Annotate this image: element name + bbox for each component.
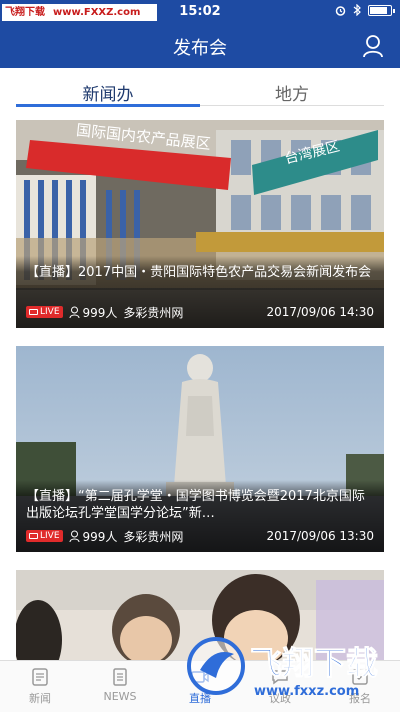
person-icon [69,530,80,542]
live-badge: LIVE [26,306,63,318]
battery-icon [368,4,395,16]
tab-local[interactable]: 地方 [200,80,384,105]
card-caption: 【直播】“第二届孔学堂・国学图书博览会暨2017北京国际出版论坛孔学堂国学分论坛… [16,480,384,552]
live-label: LIVE [40,307,60,317]
bluetooth-icon [353,4,361,16]
camera-icon [29,533,38,539]
tab-news-office[interactable]: 新闻办 [16,80,200,105]
nav-news-label: 新闻 [29,692,51,705]
news-icon [32,668,48,686]
card-title: 【直播】“第二届孔学堂・国学图书博览会暨2017北京国际出版论坛孔学堂国学分论坛… [26,489,365,521]
app-header: 发布会 [0,24,400,68]
system-icons [335,4,395,16]
live-label: LIVE [40,531,60,541]
watermark-logo: 飞翔下载 www.fxxz.com [184,628,400,712]
live-badge: LIVE [26,530,63,542]
camera-icon [29,309,38,315]
person-icon [69,306,80,318]
viewer-count: 999人 [69,304,118,321]
publish-date: 2017/09/06 13:30 [266,529,374,543]
viewer-count: 999人 [69,528,118,545]
live-card[interactable]: 【直播】“第二届孔学堂・国学图书博览会暨2017北京国际出版论坛孔学堂国学分论坛… [16,346,384,552]
nav-news-en-label: NEWS [103,690,137,703]
user-icon[interactable] [362,34,384,58]
status-bar: 飞翔下载 www.FXXZ.com 15:02 [0,0,400,24]
card-title: 【直播】2017中国・贵阳国际特色农产品交易会新闻发布会 [26,265,372,280]
source-name: 多彩贵州网 [123,529,184,544]
tab-divider [200,105,384,106]
fxxz-logo-icon [187,637,245,695]
publish-date: 2017/09/06 14:30 [266,305,374,319]
card-caption: 【直播】2017中国・贵阳国际特色农产品交易会新闻发布会 LIVE 999人 多… [16,256,384,328]
active-tab-indicator [16,104,200,107]
alarm-icon [335,5,346,16]
viewer-count-text: 999人 [82,529,118,544]
nav-news[interactable]: 新闻 [0,661,80,712]
document-icon [113,668,127,686]
watermark-logo-url: www.fxxz.com [254,684,360,699]
live-card[interactable]: 国际国内农产品展区 台湾展区 【直播】2017中国・贵阳国际特色农产品交易会新闻… [16,120,384,328]
page-title: 发布会 [173,38,227,59]
viewer-count-text: 999人 [82,305,118,320]
watermark-logo-text: 飞翔下载 [249,644,379,683]
card-meta: LIVE 999人 多彩贵州网 2017/09/06 14:30 [26,303,374,321]
card-meta: LIVE 999人 多彩贵州网 2017/09/06 13:30 [26,527,374,545]
nav-news-en[interactable]: NEWS [80,661,160,712]
source-name: 多彩贵州网 [123,305,184,320]
